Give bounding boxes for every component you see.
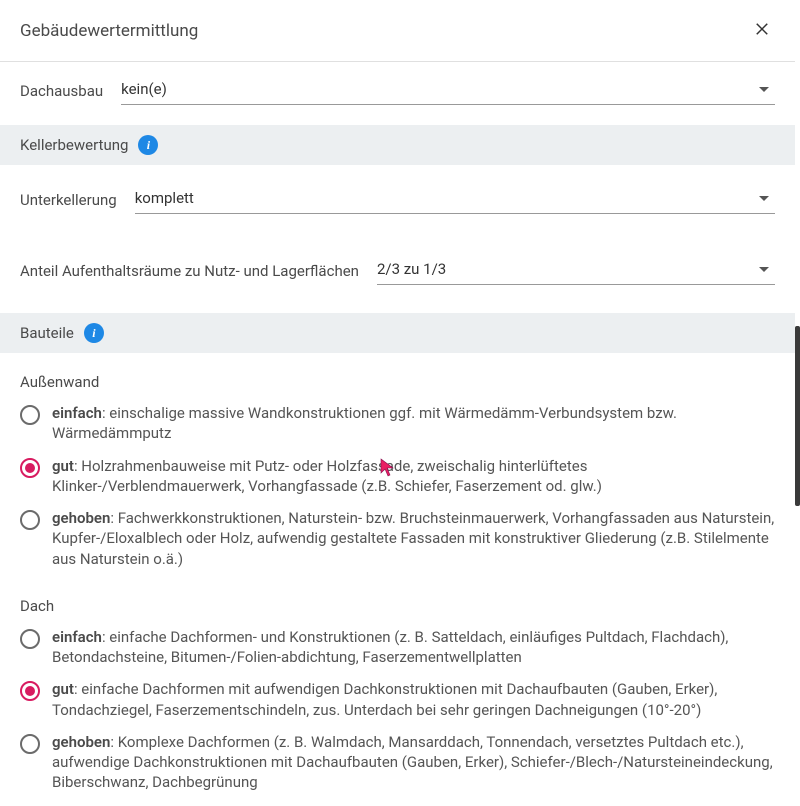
radio-dach-gut[interactable]: gut: einfache Dachformen mit aufwendigen…	[0, 673, 795, 726]
section-keller-header: Kellerbewertung i	[0, 125, 795, 165]
scrollbar-track[interactable]	[795, 54, 800, 806]
radio-icon	[20, 405, 40, 425]
radio-dach-einfach[interactable]: einfach: einfache Dachformen- und Konstr…	[0, 621, 795, 674]
group-dach-label: Dach	[0, 575, 795, 621]
radio-aussenwand-gehoben[interactable]: gehoben: Fachwerkkonstruktionen, Naturst…	[0, 502, 795, 575]
radio-aussenwand-gut[interactable]: gut: Holzrahmenbauweise mit Putz- oder H…	[0, 450, 795, 503]
section-keller-title: Kellerbewertung	[20, 136, 128, 154]
radio-text: gut: Holzrahmenbauweise mit Putz- oder H…	[52, 456, 775, 497]
dachausbau-row: Dachausbau kein(e)	[0, 62, 795, 119]
anteil-dropdown[interactable]: 2/3 zu 1/3	[377, 256, 775, 285]
radio-text: einfach: einschalige massive Wandkonstru…	[52, 403, 775, 444]
dachausbau-dropdown[interactable]: kein(e)	[121, 76, 775, 105]
section-bauteile-header: Bauteile i	[0, 313, 795, 353]
dachausbau-label: Dachausbau	[20, 82, 103, 100]
dialog-content: Dachausbau kein(e) Kellerbewertung i Unt…	[0, 62, 795, 806]
radio-text: einfach: einfache Dachformen- und Konstr…	[52, 627, 775, 668]
anteil-value: 2/3 zu 1/3	[377, 260, 759, 278]
unterkellerung-label: Unterkellerung	[20, 191, 117, 209]
group-aussenwand-label: Außenwand	[0, 359, 795, 397]
radio-icon	[20, 458, 40, 478]
info-icon[interactable]: i	[138, 135, 158, 155]
close-icon	[753, 26, 771, 41]
radio-icon	[20, 681, 40, 701]
radio-text: gut: einfache Dachformen mit aufwendigen…	[52, 679, 775, 720]
section-keller-body: Unterkellerung komplett Anteil Aufenthal…	[0, 165, 795, 307]
dachausbau-value: kein(e)	[121, 80, 759, 98]
radio-text: gehoben: Komplexe Dachformen (z. B. Walm…	[52, 732, 775, 793]
chevron-down-icon	[759, 87, 769, 92]
dialog-header: Gebäudewertermittlung	[0, 0, 795, 62]
radio-icon	[20, 510, 40, 530]
anteil-label: Anteil Aufenthaltsräume zu Nutz- und Lag…	[20, 262, 359, 280]
section-bauteile-title: Bauteile	[20, 324, 74, 342]
anteil-row: Anteil Aufenthaltsräume zu Nutz- und Lag…	[0, 228, 795, 299]
radio-icon	[20, 734, 40, 754]
chevron-down-icon	[759, 196, 769, 201]
info-icon[interactable]: i	[84, 323, 104, 343]
dialog: Gebäudewertermittlung Dachausbau kein(e)…	[0, 0, 795, 806]
radio-icon	[20, 629, 40, 649]
close-button[interactable]	[749, 16, 775, 45]
unterkellerung-value: komplett	[135, 189, 759, 207]
chevron-down-icon	[759, 267, 769, 272]
dialog-title: Gebäudewertermittlung	[20, 21, 198, 41]
scrollbar-thumb[interactable]	[795, 326, 800, 506]
section-bauteile-body: Außenwand einfach: einschalige massive W…	[0, 353, 795, 806]
unterkellerung-row: Unterkellerung komplett	[0, 171, 795, 228]
radio-dach-gehoben[interactable]: gehoben: Komplexe Dachformen (z. B. Walm…	[0, 726, 795, 799]
radio-aussenwand-einfach[interactable]: einfach: einschalige massive Wandkonstru…	[0, 397, 795, 450]
unterkellerung-dropdown[interactable]: komplett	[135, 185, 775, 214]
radio-text: gehoben: Fachwerkkonstruktionen, Naturst…	[52, 508, 775, 569]
group-fenster-label: Fenster	[0, 799, 795, 806]
